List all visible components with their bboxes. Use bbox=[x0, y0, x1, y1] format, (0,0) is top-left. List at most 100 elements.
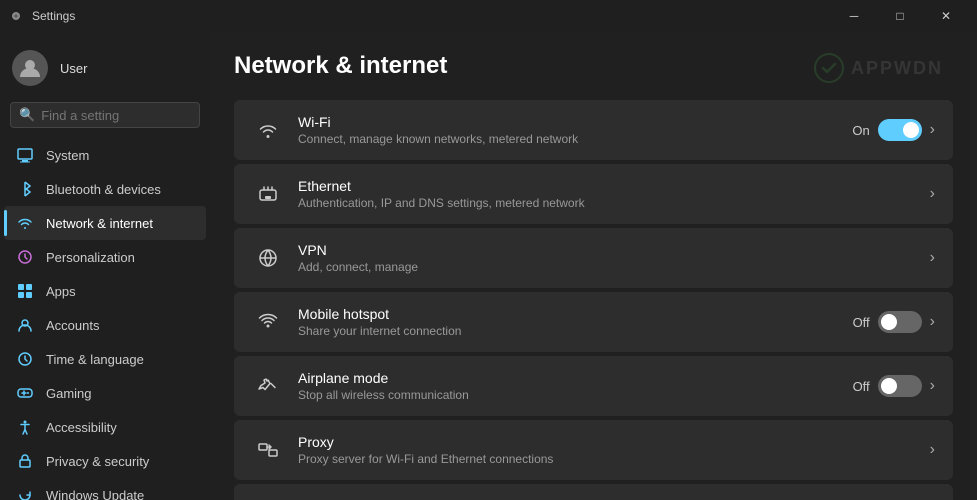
hotspot-icon bbox=[252, 306, 284, 338]
sidebar: User 🔍 System Bluetooth & devices Networ… bbox=[0, 32, 210, 500]
page-title: Network & internet bbox=[234, 52, 953, 80]
hotspot-toggle-label: Off bbox=[853, 315, 870, 330]
time-icon bbox=[16, 350, 34, 368]
settings-icon bbox=[8, 8, 24, 24]
apps-icon bbox=[16, 282, 34, 300]
ethernet-name: Ethernet bbox=[298, 178, 930, 194]
wifi-desc: Connect, manage known networks, metered … bbox=[298, 132, 852, 146]
titlebar-title: Settings bbox=[32, 9, 75, 23]
sidebar-item-label-time: Time & language bbox=[46, 352, 144, 367]
vpn-name: VPN bbox=[298, 242, 930, 258]
hotspot-toggle-knob bbox=[881, 314, 897, 330]
ethernet-desc: Authentication, IP and DNS settings, met… bbox=[298, 196, 930, 210]
sidebar-item-label-network: Network & internet bbox=[46, 216, 153, 231]
sidebar-item-label-bluetooth: Bluetooth & devices bbox=[46, 182, 161, 197]
gaming-icon bbox=[16, 384, 34, 402]
setting-row-vpn[interactable]: VPN Add, connect, manage › bbox=[234, 228, 953, 288]
hotspot-control: Off › bbox=[853, 311, 935, 333]
sidebar-item-gaming[interactable]: Gaming bbox=[4, 376, 206, 410]
setting-row-dialup[interactable]: Dial-up Set up a dial-up internet connec… bbox=[234, 484, 953, 500]
wifi-icon bbox=[252, 114, 284, 146]
sidebar-item-label-privacy: Privacy & security bbox=[46, 454, 149, 469]
main-layout: User 🔍 System Bluetooth & devices Networ… bbox=[0, 32, 977, 500]
hotspot-desc: Share your internet connection bbox=[298, 324, 853, 338]
update-icon bbox=[16, 486, 34, 500]
vpn-chevron: › bbox=[930, 249, 935, 267]
ethernet-control: › bbox=[930, 185, 935, 203]
airplane-toggle[interactable] bbox=[878, 375, 922, 397]
hotspot-chevron: › bbox=[930, 313, 935, 331]
vpn-text: VPN Add, connect, manage bbox=[298, 242, 930, 274]
airplane-desc: Stop all wireless communication bbox=[298, 388, 853, 402]
sidebar-item-label-update: Windows Update bbox=[46, 488, 144, 500]
sidebar-item-label-personalization: Personalization bbox=[46, 250, 135, 265]
proxy-control: › bbox=[930, 441, 935, 459]
wifi-name: Wi-Fi bbox=[298, 114, 852, 130]
personalization-icon bbox=[16, 248, 34, 266]
privacy-icon bbox=[16, 452, 34, 470]
vpn-icon bbox=[252, 242, 284, 274]
hotspot-toggle[interactable] bbox=[878, 311, 922, 333]
airplane-icon bbox=[252, 370, 284, 402]
sidebar-item-accessibility[interactable]: Accessibility bbox=[4, 410, 206, 444]
proxy-chevron: › bbox=[930, 441, 935, 459]
close-button[interactable]: ✕ bbox=[923, 0, 969, 32]
wifi-toggle[interactable] bbox=[878, 119, 922, 141]
search-box[interactable]: 🔍 bbox=[10, 102, 200, 128]
airplane-text: Airplane mode Stop all wireless communic… bbox=[298, 370, 853, 402]
setting-row-ethernet[interactable]: Ethernet Authentication, IP and DNS sett… bbox=[234, 164, 953, 224]
vpn-control: › bbox=[930, 249, 935, 267]
setting-row-hotspot[interactable]: Mobile hotspot Share your internet conne… bbox=[234, 292, 953, 352]
ethernet-chevron: › bbox=[930, 185, 935, 203]
network-icon bbox=[16, 214, 34, 232]
titlebar-left: Settings bbox=[8, 8, 75, 24]
proxy-desc: Proxy server for Wi-Fi and Ethernet conn… bbox=[298, 452, 930, 466]
airplane-toggle-knob bbox=[881, 378, 897, 394]
sidebar-item-label-gaming: Gaming bbox=[46, 386, 92, 401]
airplane-chevron: › bbox=[930, 377, 935, 395]
content-wrapper: APPWDN Network & internet Wi-Fi Connect,… bbox=[234, 52, 953, 500]
wifi-chevron: › bbox=[930, 121, 935, 139]
ethernet-text: Ethernet Authentication, IP and DNS sett… bbox=[298, 178, 930, 210]
proxy-name: Proxy bbox=[298, 434, 930, 450]
search-icon: 🔍 bbox=[19, 107, 35, 123]
sidebar-item-apps[interactable]: Apps bbox=[4, 274, 206, 308]
sidebar-item-personalization[interactable]: Personalization bbox=[4, 240, 206, 274]
user-name: User bbox=[60, 61, 87, 76]
sidebar-item-network[interactable]: Network & internet bbox=[4, 206, 206, 240]
maximize-button[interactable]: □ bbox=[877, 0, 923, 32]
sidebar-item-label-accessibility: Accessibility bbox=[46, 420, 117, 435]
airplane-control: Off › bbox=[853, 375, 935, 397]
wifi-control: On › bbox=[852, 119, 935, 141]
airplane-toggle-label: Off bbox=[853, 379, 870, 394]
titlebar-controls: ─ □ ✕ bbox=[831, 0, 969, 32]
setting-row-airplane[interactable]: Airplane mode Stop all wireless communic… bbox=[234, 356, 953, 416]
user-profile[interactable]: User bbox=[0, 42, 210, 102]
accessibility-icon bbox=[16, 418, 34, 436]
proxy-text: Proxy Proxy server for Wi-Fi and Etherne… bbox=[298, 434, 930, 466]
ethernet-icon bbox=[252, 178, 284, 210]
avatar bbox=[12, 50, 48, 86]
sidebar-item-privacy[interactable]: Privacy & security bbox=[4, 444, 206, 478]
titlebar: Settings ─ □ ✕ bbox=[0, 0, 977, 32]
content-area: APPWDN Network & internet Wi-Fi Connect,… bbox=[210, 32, 977, 500]
wifi-text: Wi-Fi Connect, manage known networks, me… bbox=[298, 114, 852, 146]
sidebar-item-time[interactable]: Time & language bbox=[4, 342, 206, 376]
system-icon bbox=[16, 146, 34, 164]
sidebar-item-bluetooth[interactable]: Bluetooth & devices bbox=[4, 172, 206, 206]
hotspot-text: Mobile hotspot Share your internet conne… bbox=[298, 306, 853, 338]
sidebar-item-system[interactable]: System bbox=[4, 138, 206, 172]
wifi-toggle-label: On bbox=[852, 123, 869, 138]
sidebar-item-label-apps: Apps bbox=[46, 284, 76, 299]
bluetooth-icon bbox=[16, 180, 34, 198]
vpn-desc: Add, connect, manage bbox=[298, 260, 930, 274]
sidebar-item-update[interactable]: Windows Update bbox=[4, 478, 206, 500]
sidebar-item-label-system: System bbox=[46, 148, 89, 163]
setting-row-wifi[interactable]: Wi-Fi Connect, manage known networks, me… bbox=[234, 100, 953, 160]
sidebar-item-accounts[interactable]: Accounts bbox=[4, 308, 206, 342]
airplane-name: Airplane mode bbox=[298, 370, 853, 386]
setting-row-proxy[interactable]: Proxy Proxy server for Wi-Fi and Etherne… bbox=[234, 420, 953, 480]
minimize-button[interactable]: ─ bbox=[831, 0, 877, 32]
sidebar-item-label-accounts: Accounts bbox=[46, 318, 99, 333]
search-input[interactable] bbox=[41, 108, 210, 123]
